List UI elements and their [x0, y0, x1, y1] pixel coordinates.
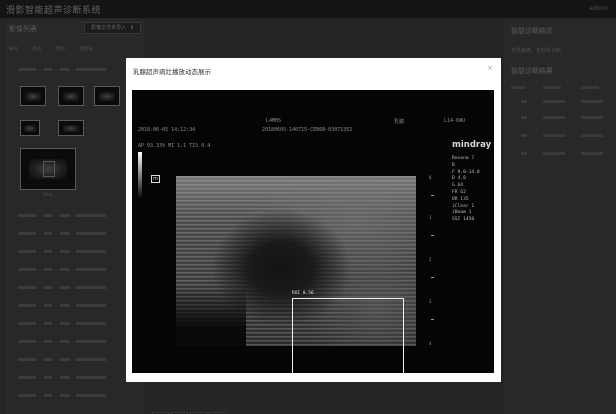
- probe-model: L14-6WU: [444, 118, 466, 124]
- depth-label: 1: [429, 215, 432, 220]
- study-id: 20180605-140715-CEB6B-03071352: [262, 127, 353, 133]
- depth-label: 4: [429, 341, 432, 346]
- ultrasound-image: L4MHS 乳腺 L14-6WU 2018-06-05 14:12:34 201…: [132, 90, 494, 373]
- scan-param: B: [452, 162, 455, 168]
- mindray-logo: mindray: [452, 140, 492, 150]
- scan-param: SSI 1450: [452, 217, 475, 223]
- depth-label: 3: [429, 299, 432, 304]
- lesion-playback-modal: 乳腺超声病灶播放动态展示 × L4MHS 乳腺 L14-6WU 2018-06-…: [126, 58, 501, 382]
- grayscale-bar: [138, 152, 142, 200]
- lesion-roi-box: [292, 298, 404, 373]
- scan-param: FR 62: [452, 189, 466, 195]
- probe-orientation-marker: m: [151, 175, 160, 183]
- scan-mode: 乳腺: [394, 119, 405, 125]
- roi-label: ROI 0.56: [292, 291, 314, 296]
- scan-param: G 64: [452, 183, 464, 189]
- depth-scale: 0 1 2 3 4: [427, 175, 439, 350]
- depth-label: 2: [429, 257, 432, 262]
- scan-param: DR 135: [452, 196, 469, 202]
- close-icon[interactable]: ×: [487, 64, 493, 72]
- scan-timestamp: 2018-06-05 14:12:34: [138, 127, 196, 133]
- power-readout: AP 93.33% MI 1.1 TIS 0.4: [138, 143, 211, 149]
- depth-label: 0: [429, 175, 432, 180]
- scan-param: Resona 7: [452, 156, 475, 161]
- breast-scan-image: ROI 0.56: [176, 176, 416, 373]
- scan-parameters: Resona 7 B F 9.0-14.0 D 4.0 G 64 FR 62 D…: [452, 156, 492, 224]
- scan-preset: L4MHS: [266, 118, 282, 124]
- modal-title: 乳腺超声病灶播放动态展示: [133, 68, 211, 76]
